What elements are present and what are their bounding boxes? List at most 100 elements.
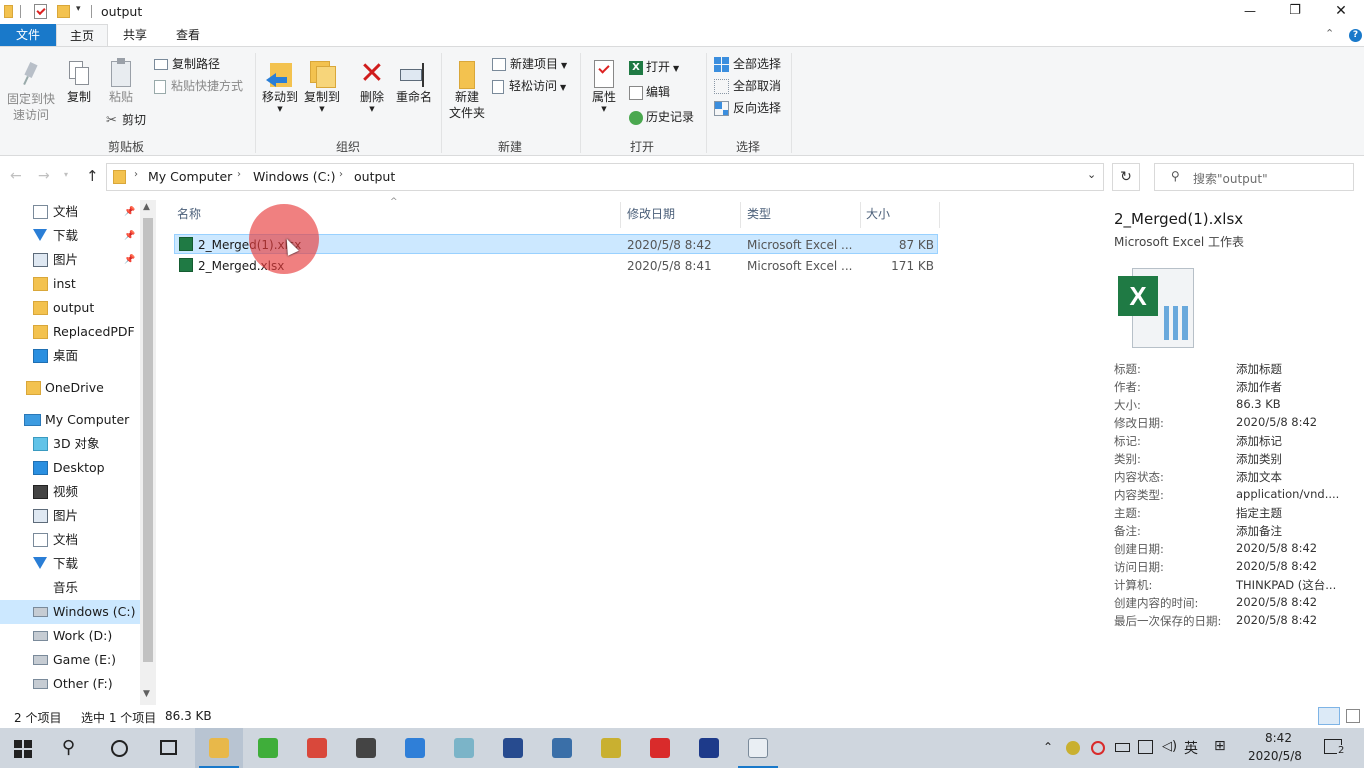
detail-value[interactable]: 2020/5/8 8:42: [1236, 415, 1317, 429]
nav-item-computer-7[interactable]: Windows (C:): [0, 600, 140, 624]
detail-value[interactable]: 2020/5/8 8:42: [1236, 613, 1317, 627]
properties-quick-icon[interactable]: [34, 4, 47, 19]
nav-item-computer-9[interactable]: Game (E:): [0, 648, 140, 672]
up-button[interactable]: ↑: [86, 167, 99, 185]
taskbar-app-1[interactable]: [244, 728, 292, 768]
detail-value[interactable]: application/vnd....: [1236, 487, 1339, 501]
back-button[interactable]: ←: [10, 168, 22, 184]
nav-item-quick-5[interactable]: ReplacedPDF: [0, 320, 140, 344]
detail-value[interactable]: 2020/5/8 8:42: [1236, 595, 1317, 609]
cortana-icon[interactable]: [111, 740, 128, 757]
taskbar-app-4[interactable]: [391, 728, 439, 768]
nav-item-computer-0[interactable]: 3D 对象: [0, 432, 140, 456]
detail-value[interactable]: 添加标记: [1236, 433, 1282, 449]
task-view-icon[interactable]: [160, 740, 177, 755]
nav-item-computer-8[interactable]: Work (D:): [0, 624, 140, 648]
detail-value[interactable]: 添加标题: [1236, 361, 1282, 377]
copy-path-button[interactable]: 复制路径: [154, 54, 220, 74]
ime-mode-icon[interactable]: ⊞: [1214, 738, 1226, 754]
nav-item-computer-10[interactable]: Other (F:): [0, 672, 140, 696]
taskbar-app-7[interactable]: [538, 728, 586, 768]
taskbar-app-6[interactable]: [489, 728, 537, 768]
nav-item-quick-6[interactable]: 桌面: [0, 344, 140, 368]
new-folder-quick-icon[interactable]: [57, 5, 70, 18]
pin-icon[interactable]: 📌: [124, 200, 135, 224]
taskbar-app-0[interactable]: [195, 728, 243, 768]
easy-access-button[interactable]: 轻松访问 ▼: [492, 76, 566, 96]
refresh-button[interactable]: ↻: [1112, 163, 1140, 191]
scroll-up-icon[interactable]: ▲: [143, 202, 150, 212]
nav-item-computer-2[interactable]: 视频: [0, 480, 140, 504]
forward-button[interactable]: →: [38, 168, 50, 184]
taskbar-app-10[interactable]: [685, 728, 733, 768]
clock-time[interactable]: 8:42: [1265, 731, 1292, 745]
breadcrumb-output[interactable]: output: [354, 169, 395, 184]
scroll-thumb[interactable]: [143, 218, 153, 662]
column-header-name[interactable]: 名称: [177, 206, 617, 222]
chevron-down-icon[interactable]: ▾: [76, 4, 81, 14]
maximize-button[interactable]: ❐: [1272, 0, 1318, 24]
start-button[interactable]: [14, 740, 32, 758]
properties-button[interactable]: 属性 ▼: [586, 59, 622, 113]
delete-button[interactable]: ✕ 删除 ▼: [354, 59, 390, 114]
copy-button[interactable]: 复制: [62, 61, 96, 105]
pin-quick-access-button[interactable]: 固定到快 速访问: [4, 61, 58, 123]
nav-item-quick-0[interactable]: 文档 📌: [0, 200, 140, 224]
rename-button[interactable]: 重命名: [394, 59, 434, 105]
ime-indicator[interactable]: 英: [1184, 738, 1198, 758]
collapse-ribbon-icon[interactable]: ⌃: [1325, 27, 1334, 40]
tray-app-icon[interactable]: [1066, 741, 1080, 755]
column-header-modified[interactable]: 修改日期: [627, 206, 675, 222]
detail-value[interactable]: THINKPAD (这台...: [1236, 577, 1336, 593]
nav-item-onedrive[interactable]: OneDrive: [0, 376, 140, 400]
taskbar-app-8[interactable]: [587, 728, 635, 768]
detail-value[interactable]: 添加文本: [1236, 469, 1282, 485]
open-button[interactable]: X 打开 ▼: [629, 57, 679, 77]
column-header-size[interactable]: 大小: [866, 206, 890, 222]
column-header-type[interactable]: 类型: [747, 206, 771, 222]
nav-item-quick-4[interactable]: output: [0, 296, 140, 320]
nav-item-computer-4[interactable]: 文档: [0, 528, 140, 552]
taskbar-app-3[interactable]: [342, 728, 390, 768]
nav-item-quick-1[interactable]: 下载 📌: [0, 224, 140, 248]
move-to-button[interactable]: 移动到 ▼: [260, 59, 300, 113]
cut-button[interactable]: ✂ 剪切: [106, 110, 146, 130]
copy-to-button[interactable]: 复制到 ▼: [302, 59, 342, 113]
breadcrumb-windows-c[interactable]: Windows (C:): [253, 169, 335, 184]
nav-item-my-computer[interactable]: My Computer: [0, 408, 140, 432]
help-icon[interactable]: ?: [1349, 29, 1362, 42]
nav-item-computer-3[interactable]: 图片: [0, 504, 140, 528]
detail-value[interactable]: 添加备注: [1236, 523, 1282, 539]
tab-view[interactable]: 查看: [164, 24, 212, 46]
detail-value[interactable]: 2020/5/8 8:42: [1236, 541, 1317, 555]
volume-icon[interactable]: ◁): [1162, 739, 1177, 754]
pin-icon[interactable]: 📌: [124, 248, 135, 272]
tab-share[interactable]: 共享: [110, 24, 160, 46]
search-icon[interactable]: ⚲: [62, 737, 75, 758]
detail-value[interactable]: 添加类别: [1236, 451, 1282, 467]
nav-scrollbar[interactable]: ▲ ▼: [140, 200, 156, 705]
nav-item-computer-1[interactable]: Desktop: [0, 456, 140, 480]
close-button[interactable]: ✕: [1318, 0, 1364, 24]
details-view-button[interactable]: [1318, 707, 1340, 725]
minimize-button[interactable]: —: [1228, 0, 1272, 24]
nav-item-computer-6[interactable]: 音乐: [0, 576, 140, 600]
address-history-dropdown[interactable]: ⌄: [1087, 168, 1096, 181]
new-item-button[interactable]: 新建项目 ▼: [492, 54, 567, 74]
nav-item-quick-3[interactable]: inst: [0, 272, 140, 296]
taskbar-app-9[interactable]: [636, 728, 684, 768]
paste-button[interactable]: 粘贴: [104, 57, 138, 105]
chevron-up-icon[interactable]: ⌃: [1043, 740, 1053, 754]
nav-item-quick-2[interactable]: 图片 📌: [0, 248, 140, 272]
scroll-down-icon[interactable]: ▼: [143, 689, 150, 699]
select-none-button[interactable]: 全部取消: [714, 76, 781, 96]
nav-item-computer-5[interactable]: 下载: [0, 552, 140, 576]
detail-value[interactable]: 指定主题: [1236, 505, 1282, 521]
edit-button[interactable]: 编辑: [629, 82, 670, 102]
recent-locations-button[interactable]: ▾: [64, 170, 68, 179]
select-all-button[interactable]: 全部选择: [714, 54, 781, 74]
taskbar-app-11[interactable]: [734, 728, 782, 768]
detail-value[interactable]: 2020/5/8 8:42: [1236, 559, 1317, 573]
new-folder-button[interactable]: 新建 文件夹: [446, 59, 488, 121]
taskbar-app-2[interactable]: [293, 728, 341, 768]
